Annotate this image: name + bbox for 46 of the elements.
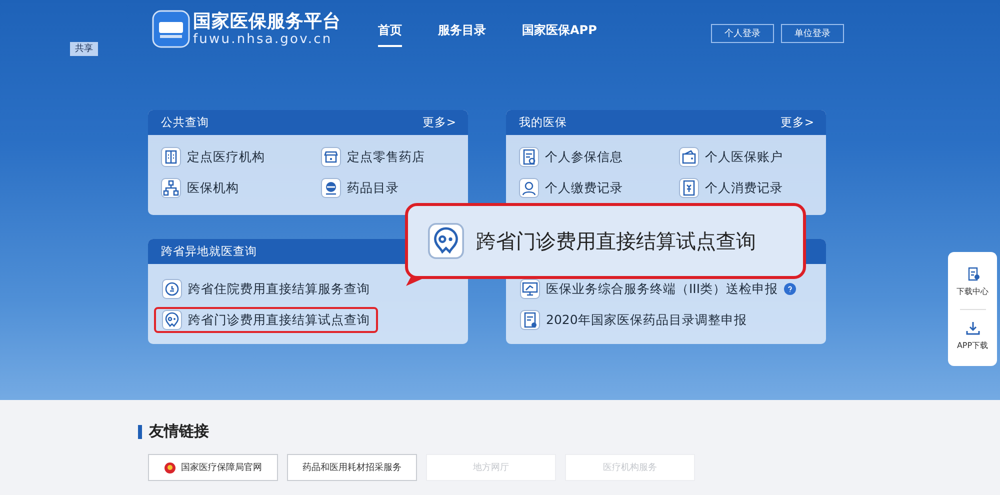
panel-title: 我的医保 [519, 115, 567, 130]
service-link[interactable]: 跨省门诊费用直接结算试点查询 [154, 307, 378, 333]
service-link[interactable]: 药品目录 [315, 175, 405, 201]
link-button[interactable]: 药品和医用耗材招采服务 [287, 454, 417, 481]
receipt-icon [679, 178, 699, 198]
service-link[interactable]: 跨省住院费用直接结算服务查询 [154, 276, 378, 302]
location-icon [162, 310, 182, 330]
person-icon [519, 178, 539, 198]
org-chart-icon [161, 178, 181, 198]
side-button[interactable]: APP下载 [956, 320, 988, 351]
service-link[interactable]: 医保机构 [155, 175, 245, 201]
section-title: 友情链接 [149, 422, 209, 441]
logo-icon [152, 10, 190, 48]
wallet-icon [679, 147, 699, 167]
nav-tab[interactable]: 服务目录 [438, 22, 486, 47]
document-icon [519, 147, 539, 167]
store-icon [321, 147, 341, 167]
link-button[interactable]: 国家医疗保障局官网 [148, 454, 278, 481]
nav-tab[interactable]: 首页 [378, 22, 402, 47]
service-link[interactable]: 个人参保信息 [513, 144, 629, 170]
share-badge: 共享 [70, 42, 98, 56]
more-link[interactable]: 更多> [780, 115, 814, 130]
more-link[interactable]: 更多> [422, 115, 456, 130]
panel-title: 公共查询 [161, 115, 209, 130]
panel-title: 跨省异地就医查询 [161, 244, 257, 259]
login-button[interactable]: 个人登录 [710, 24, 774, 43]
login-button[interactable]: 单位登录 [780, 24, 844, 43]
hospital-icon [161, 147, 181, 167]
service-link[interactable]: 个人消费记录 [673, 175, 789, 201]
service-link[interactable]: 个人医保账户 [673, 144, 789, 170]
service-link[interactable]: 2020年国家医保药品目录调整申报 [512, 307, 755, 333]
download-icon [964, 320, 980, 336]
nav-tab[interactable]: 国家医保APP [522, 22, 597, 47]
service-link[interactable]: 定点医疗机构 [155, 144, 271, 170]
callout-text: 跨省门诊费用直接结算试点查询 [476, 228, 756, 254]
monitor-icon [520, 279, 540, 299]
document-icon [520, 310, 540, 330]
service-link[interactable]: 定点零售药店 [315, 144, 431, 170]
service-link[interactable]: 个人缴费记录 [513, 175, 629, 201]
clock-icon [162, 279, 182, 299]
location-icon [428, 223, 464, 259]
help-icon[interactable] [784, 283, 796, 295]
site-title: 国家医保服务平台 [193, 11, 341, 32]
site-url: fuwu.nhsa.gov.cn [193, 32, 334, 47]
side-button[interactable]: 下载中心 [956, 266, 988, 297]
pill-icon [321, 178, 341, 198]
